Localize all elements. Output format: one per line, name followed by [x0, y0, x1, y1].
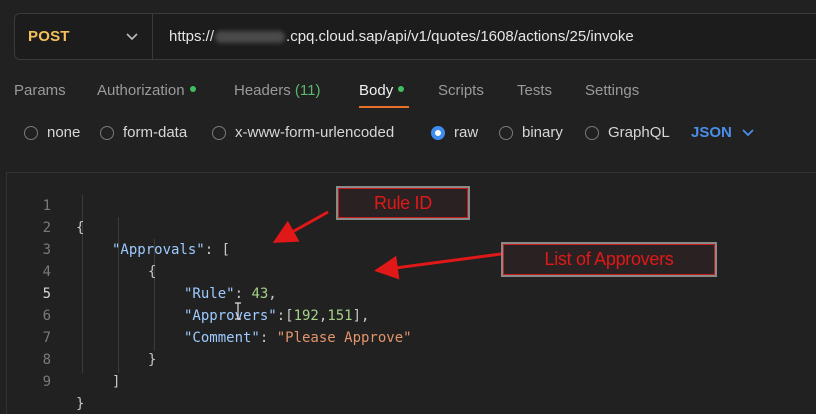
active-tab-indicator: [359, 106, 409, 108]
code-line: 9 }: [7, 349, 816, 412]
chevron-down-icon: [126, 31, 138, 43]
tab-authorization[interactable]: Authorization: [97, 82, 196, 99]
radio-urlencoded[interactable]: x-www-form-urlencoded: [212, 124, 394, 141]
format-label: JSON: [691, 124, 732, 141]
chevron-down-icon: [742, 127, 754, 139]
request-url-bar: POST https:// .cpq.cloud.sap/api/v1/quote…: [14, 13, 816, 60]
annotation-approvers: List of Approvers: [501, 242, 717, 277]
format-select[interactable]: JSON: [691, 124, 754, 141]
annotation-rule-id: Rule ID: [336, 186, 470, 220]
radio-form-data[interactable]: form-data: [100, 124, 187, 141]
code-line: 6 "Comment": "Please Approve": [7, 283, 816, 346]
radio-raw[interactable]: raw: [431, 124, 478, 141]
url-prefix: https://: [169, 28, 215, 45]
radio-checked-icon: [431, 125, 445, 140]
request-tabs: Params Authorization Headers (11) Body S…: [0, 76, 816, 108]
text-cursor-icon: [235, 302, 241, 320]
radio-none[interactable]: none: [24, 124, 80, 141]
code-line: 7 }: [7, 305, 816, 368]
status-dot: [189, 86, 196, 93]
url-input[interactable]: https:// .cpq.cloud.sap/api/v1/quotes/160…: [153, 28, 634, 45]
redacted-host: [215, 31, 286, 44]
radio-icon: [100, 125, 114, 140]
status-dot: [398, 86, 405, 93]
code-line: 8 ]: [7, 327, 816, 390]
radio-binary[interactable]: binary: [499, 124, 563, 141]
headers-count: (11): [294, 82, 321, 99]
method-label: POST: [28, 28, 70, 45]
tab-params[interactable]: Params: [14, 82, 66, 99]
tab-headers[interactable]: Headers (11): [234, 82, 320, 99]
line-number: 9: [42, 374, 51, 390]
body-type-options: none form-data x-www-form-urlencoded raw…: [0, 124, 816, 148]
radio-graphql[interactable]: GraphQL: [585, 124, 670, 141]
tab-scripts[interactable]: Scripts: [438, 82, 484, 99]
tab-body[interactable]: Body: [359, 82, 405, 99]
url-path: .cpq.cloud.sap/api/v1/quotes/1608/action…: [286, 28, 634, 45]
tab-tests[interactable]: Tests: [517, 82, 552, 99]
radio-icon: [585, 125, 599, 140]
code-line: 3 {: [7, 217, 816, 280]
radio-icon: [499, 125, 513, 140]
tab-settings[interactable]: Settings: [585, 82, 639, 99]
radio-icon: [212, 125, 226, 140]
radio-icon: [24, 125, 38, 140]
method-select[interactable]: POST: [15, 14, 153, 59]
